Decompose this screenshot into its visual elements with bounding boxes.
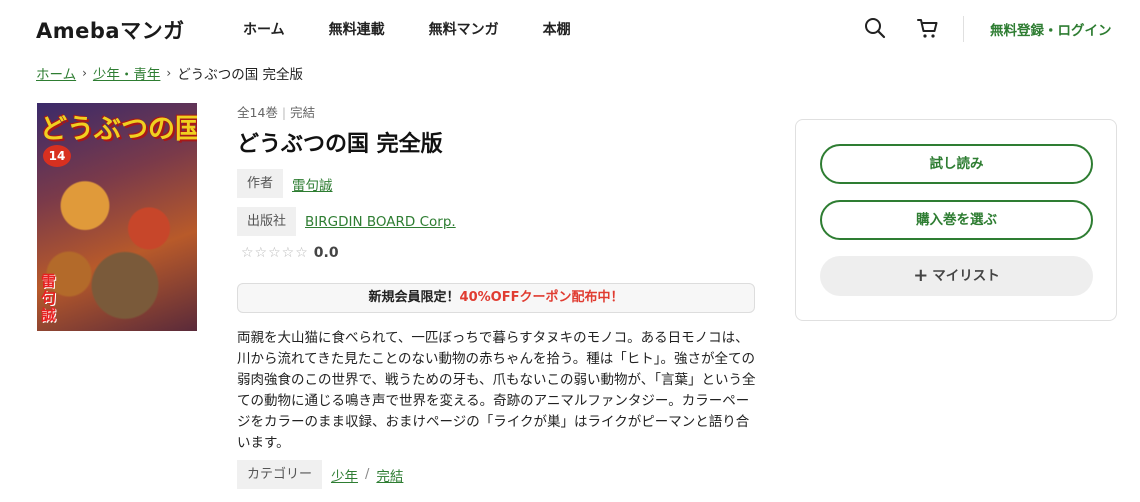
category-row: カテゴリー 少年 / 完結 bbox=[237, 460, 403, 489]
cart-icon[interactable] bbox=[916, 16, 940, 40]
breadcrumb-current: どうぶつの国 完全版 bbox=[177, 67, 304, 83]
nav-bookshelf[interactable]: 本棚 bbox=[543, 19, 571, 39]
author-label: 作者 bbox=[237, 169, 284, 198]
publisher-row: 出版社 BIRGDIN BOARD Corp. bbox=[237, 207, 456, 236]
volume-info: 全14巻 | 完結 bbox=[237, 105, 316, 120]
breadcrumb-genre[interactable]: 少年・青年 bbox=[93, 63, 161, 83]
book-cover[interactable]: どうぶつの国 14 雷句誠 bbox=[37, 103, 197, 331]
category-separator: / bbox=[365, 467, 370, 482]
trial-read-button[interactable]: 試し読み bbox=[820, 144, 1093, 184]
rating: ☆☆☆☆☆ 0.0 bbox=[241, 245, 339, 261]
add-mylist-button[interactable]: + マイリスト bbox=[820, 256, 1093, 296]
publisher-link[interactable]: BIRGDIN BOARD Corp. bbox=[305, 214, 456, 230]
cover-title: どうぶつの国 bbox=[40, 114, 197, 145]
nav-free-manga[interactable]: 無料マンガ bbox=[429, 19, 499, 39]
nav-home[interactable]: ホーム bbox=[243, 19, 285, 39]
site-logo[interactable]: Amebaマンガ bbox=[36, 15, 185, 45]
cover-volume-badge: 14 bbox=[43, 145, 71, 167]
action-panel: 試し読み 購入巻を選ぶ + マイリスト bbox=[795, 119, 1117, 321]
search-icon[interactable] bbox=[863, 16, 887, 40]
coupon-prefix: 新規会員限定！ bbox=[368, 290, 460, 305]
category-link-completed[interactable]: 完結 bbox=[376, 465, 403, 485]
author-link[interactable]: 雷句誠 bbox=[292, 174, 333, 194]
page-title: どうぶつの国 完全版 bbox=[237, 132, 443, 157]
chevron-right-icon: › bbox=[166, 66, 172, 80]
chevron-right-icon: › bbox=[82, 66, 87, 80]
breadcrumb-home[interactable]: ホーム bbox=[36, 63, 76, 83]
publisher-label: 出版社 bbox=[237, 207, 297, 236]
completion-status: 完結 bbox=[290, 105, 316, 120]
author-row: 作者 雷句誠 bbox=[237, 169, 333, 198]
volume-count: 全14巻 bbox=[237, 105, 278, 120]
mylist-label: マイリスト bbox=[932, 268, 1000, 284]
nav-free-series[interactable]: 無料連載 bbox=[329, 19, 385, 39]
breadcrumb: ホーム › 少年・青年 › どうぶつの国 完全版 bbox=[36, 63, 303, 83]
category-label: カテゴリー bbox=[237, 460, 323, 489]
login-link[interactable]: 無料登録・ログイン bbox=[990, 19, 1112, 39]
category-link-shonen[interactable]: 少年 bbox=[331, 465, 358, 485]
header-divider bbox=[963, 16, 964, 42]
book-description: 両親を大山猫に食べられて、一匹ぼっちで暮らすタヌキのモノコ。ある日モノコは、川か… bbox=[237, 330, 756, 451]
rating-value: 0.0 bbox=[313, 245, 339, 261]
coupon-banner[interactable]: 新規会員限定！40%OFFクーポン配布中！ bbox=[237, 283, 755, 313]
cover-author: 雷句誠 bbox=[41, 272, 57, 324]
star-icons: ☆☆☆☆☆ bbox=[241, 245, 309, 261]
plus-icon: + bbox=[913, 265, 929, 286]
site-header: Amebaマンガ ホーム 無料連載 無料マンガ 本棚 無料登録・ログイン bbox=[0, 0, 1140, 56]
main-nav: ホーム 無料連載 無料マンガ 本棚 bbox=[243, 19, 615, 39]
select-purchase-button[interactable]: 購入巻を選ぶ bbox=[820, 200, 1093, 240]
coupon-highlight: 40%OFFクーポン配布中！ bbox=[459, 290, 624, 305]
